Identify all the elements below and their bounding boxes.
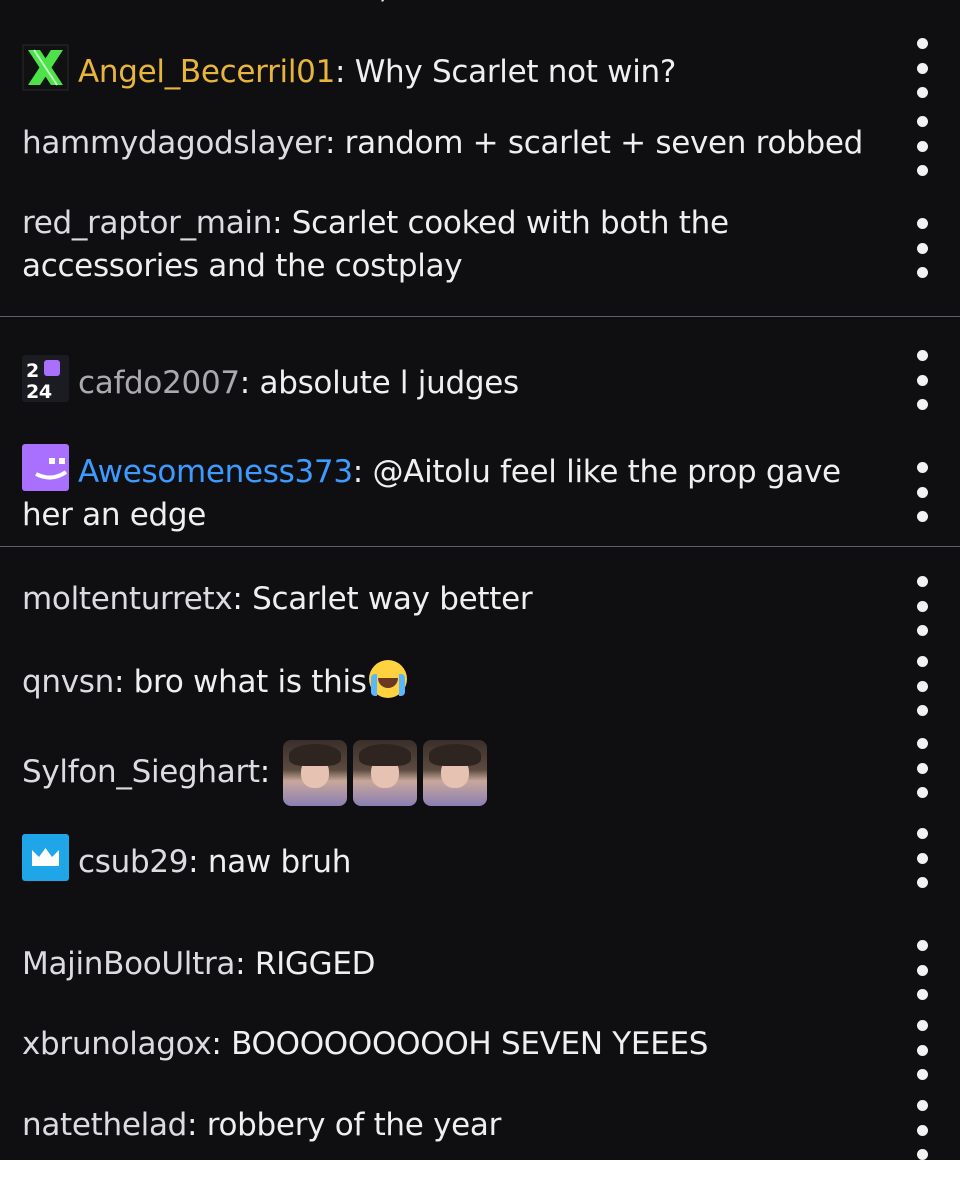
more-options-icon[interactable]: [912, 1020, 932, 1080]
chat-message[interactable]: qnvsn: bro what is this: [22, 660, 892, 704]
crown-icon: [22, 834, 69, 881]
stressed-man-emote: [283, 740, 348, 806]
loudly-crying-face-icon: [368, 660, 407, 698]
chat-message[interactable]: csub29: naw bruh: [22, 834, 892, 884]
section-divider: [0, 316, 960, 317]
chat-message[interactable]: natethelad: robbery of the year: [22, 1104, 892, 1147]
chat-text: : Why Scarlet not win?: [335, 54, 677, 90]
chat-username[interactable]: red_raptor_main: [22, 205, 272, 241]
chat-message[interactable]: 2 24 cafdo2007: absolute l judges: [22, 355, 892, 405]
chat-message[interactable]: Angel_Becerril01: Why Scarlet not win?: [22, 44, 892, 94]
glitch-face-icon: [22, 444, 69, 491]
chat-username[interactable]: Awesomeness373: [78, 454, 353, 490]
chat-username[interactable]: moltenturretx: [22, 581, 233, 617]
x-icon: [22, 44, 69, 91]
section-divider: [0, 546, 960, 547]
chat-text: : random + scarlet + seven robbed: [324, 125, 864, 161]
stressed-man-emote: [423, 740, 488, 806]
chat-text: : bro what is this: [113, 664, 367, 700]
cropped-text-fragment: . . . . , . .: [300, 0, 428, 6]
more-options-icon[interactable]: [912, 656, 932, 716]
chat-username[interactable]: Angel_Becerril01: [78, 54, 335, 90]
chat-text: : naw bruh: [188, 844, 352, 880]
chat-message[interactable]: Awesomeness373: @Aitolu feel like the pr…: [22, 444, 882, 537]
chat-username[interactable]: natethelad: [22, 1107, 187, 1143]
chat-text: : RIGGED: [235, 946, 376, 982]
chat-message[interactable]: Sylfon_Sieghart:: [22, 740, 892, 806]
more-options-icon[interactable]: [912, 218, 932, 278]
chat-username[interactable]: hammydagodslayer: [22, 125, 325, 161]
svg-text:24: 24: [26, 381, 52, 402]
more-options-icon[interactable]: [912, 462, 932, 522]
chat-username[interactable]: xbrunolagox: [22, 1026, 212, 1062]
chat-message[interactable]: MajinBooUltra: RIGGED: [22, 943, 892, 986]
2024-badge-icon: 2 24: [22, 355, 69, 403]
chat-username[interactable]: csub29: [78, 844, 188, 880]
svg-text:2: 2: [26, 360, 39, 382]
chat-message[interactable]: red_raptor_main: Scarlet cooked with bot…: [22, 202, 842, 288]
chat-text: : BOOOOOOOOOH SEVEN YEEES: [211, 1026, 709, 1062]
chat-message[interactable]: hammydagodslayer: random + scarlet + sev…: [22, 122, 892, 165]
chat-username[interactable]: Sylfon_Sieghart: [22, 754, 260, 790]
chat-text: :: [259, 754, 270, 790]
chat-username[interactable]: cafdo2007: [78, 365, 240, 401]
chat-username[interactable]: MajinBooUltra: [22, 946, 235, 982]
more-options-icon[interactable]: [912, 940, 932, 1000]
more-options-icon[interactable]: [912, 116, 932, 176]
more-options-icon[interactable]: [912, 350, 932, 410]
more-options-icon[interactable]: [912, 1100, 932, 1160]
more-options-icon[interactable]: [912, 828, 932, 888]
more-options-icon[interactable]: [912, 576, 932, 636]
chat-message[interactable]: moltenturretx: Scarlet way better: [22, 578, 892, 621]
stressed-man-emote: [353, 740, 418, 806]
chat-username[interactable]: qnvsn: [22, 664, 114, 700]
chat-message[interactable]: xbrunolagox: BOOOOOOOOOH SEVEN YEEES: [22, 1023, 892, 1066]
chat-text: : robbery of the year: [187, 1107, 502, 1143]
chat-screen: . . . . , . . Angel_Becerril01: Why Scar…: [0, 0, 960, 1160]
chat-text: : Scarlet way better: [232, 581, 533, 617]
more-options-icon[interactable]: [912, 738, 932, 798]
chat-text: : absolute l judges: [239, 365, 519, 401]
more-options-icon[interactable]: [912, 38, 932, 98]
